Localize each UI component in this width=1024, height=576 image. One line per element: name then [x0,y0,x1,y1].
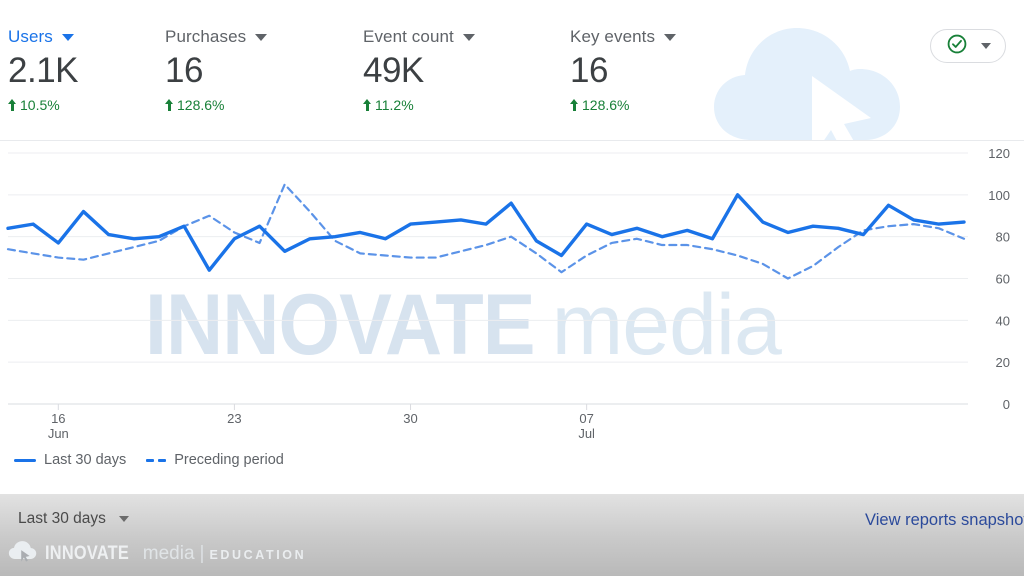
metric-selector-event-count[interactable]: Event count [363,27,475,47]
cloud-cursor-icon [8,540,38,567]
y-axis-tick-label: 40 [996,313,1010,328]
check-circle-icon [946,33,968,60]
metric-card-key-events[interactable]: Key events 16 128.6% [570,27,677,113]
chart-canvas: 0 20 40 60 80 100 120 16Jun 23 30 07Jul [6,146,1010,441]
metric-delta: 128.6% [570,97,676,113]
logo-tagline: EDUCATION [209,548,307,562]
metric-selector-users[interactable]: Users [8,27,78,47]
metric-delta: 10.5% [8,97,78,113]
legend-label: Preceding period [174,452,284,468]
x-axis-tick-label: 30 [403,411,417,426]
metrics-row: Users 2.1K 10.5% Purchases 16 128.6% Eve… [0,0,1024,140]
arrow-up-icon [363,99,372,112]
logo-wordmark: INNOVATE media | EDUCATION [45,544,306,563]
date-range-label: Last 30 days [18,510,106,527]
chart-line-dashed [6,183,966,280]
brand-logo: INNOVATE media | EDUCATION [8,540,306,567]
trend-chart: 0 20 40 60 80 100 120 16 Jun 23 30 07 Jul [0,140,1024,441]
y-axis-tick-label: 60 [996,272,1010,287]
metric-value: 49K [363,51,424,90]
y-axis-tick-label: 100 [988,188,1010,203]
x-axis-tick-label: 07 [579,411,593,426]
chevron-down-icon[interactable] [664,33,677,41]
legend-swatch-solid-icon [14,458,36,462]
arrow-up-icon [8,99,17,112]
metric-card-users[interactable]: Users 2.1K 10.5% [8,27,79,113]
metric-selector-purchases[interactable]: Purchases [165,27,268,47]
date-range-selector[interactable]: Last 30 days [18,510,129,528]
y-axis-tick-label: 20 [996,355,1010,370]
chevron-down-icon[interactable] [462,33,475,41]
view-reports-snapshot-link[interactable]: View reports snapshot [865,511,1024,530]
chevron-down-icon[interactable] [255,33,268,41]
metric-label: Key events [570,27,656,46]
metric-value: 16 [165,51,203,90]
metric-card-purchases[interactable]: Purchases 16 128.6% [165,27,268,113]
footer-bar: Last 30 days View reports snapshot INNOV… [0,494,1024,576]
logo-light: media [142,543,195,564]
metric-selector-key-events[interactable]: Key events [570,27,677,47]
analytics-overview-card: INNOVATE media Users 2.1K 10.5% Purchases… [0,0,1024,576]
metric-delta-value: 11.2% [375,97,414,114]
x-axis-month-label: Jul [578,426,595,441]
metric-delta: 11.2% [363,97,475,113]
status-badge[interactable] [930,29,1006,63]
legend-item-current[interactable]: Last 30 days [14,452,126,468]
chart-line-solid [6,193,966,272]
y-axis-tick-label: 0 [1003,397,1010,412]
chevron-down-icon[interactable] [118,516,129,522]
metric-card-event-count[interactable]: Event count 49K 11.2% [363,27,475,113]
chevron-down-icon[interactable] [61,33,74,41]
arrow-up-icon [165,99,174,112]
arrow-up-icon [570,99,579,112]
metric-value: 2.1K [8,51,79,90]
metric-label: Users [8,27,53,46]
metric-delta-value: 128.6% [177,97,225,114]
chevron-down-icon[interactable] [980,43,991,49]
metric-value: 16 [570,51,608,90]
legend-label: Last 30 days [44,452,127,468]
x-axis-tick-label: 23 [227,411,241,426]
metric-delta-value: 10.5% [20,97,60,114]
metric-label: Purchases [165,27,247,46]
y-axis-tick-label: 80 [996,230,1010,245]
metric-delta: 128.6% [165,97,267,113]
metric-label: Event count [363,27,454,46]
x-axis-tick-label: 16 [51,411,65,426]
logo-separator: | [199,543,205,564]
y-axis-tick-label: 120 [988,146,1010,161]
chart-legend: Last 30 days Preceding period [14,452,284,468]
legend-item-preceding[interactable]: Preceding period [146,452,284,468]
x-axis-month-label: Jun [48,426,69,441]
logo-bold: INNOVATE [45,543,130,564]
legend-swatch-dashed-icon [146,458,167,462]
metric-delta-value: 128.6% [582,97,630,114]
